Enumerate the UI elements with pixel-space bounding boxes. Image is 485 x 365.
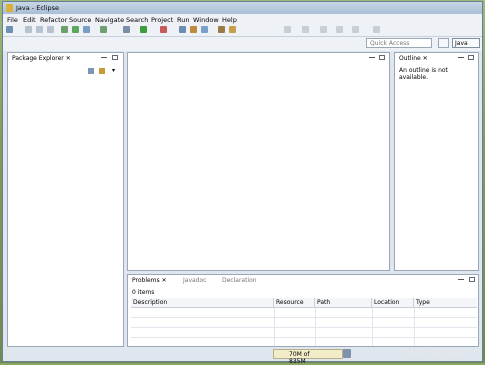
- outline-tab-label: Outline: [399, 55, 421, 62]
- annotation-icon[interactable]: [218, 26, 225, 33]
- collapse-all-icon[interactable]: [88, 68, 94, 74]
- close-icon[interactable]: ✕: [162, 277, 167, 284]
- editor-maximize-icon[interactable]: [379, 55, 385, 60]
- search-icon[interactable]: [201, 26, 208, 33]
- menu-help[interactable]: Help: [222, 16, 237, 24]
- external-tools-icon[interactable]: [83, 26, 90, 33]
- back-icon[interactable]: [320, 26, 327, 33]
- java-perspective-label: Java: [455, 40, 468, 47]
- print-icon[interactable]: [47, 26, 54, 33]
- open-type-icon[interactable]: [179, 26, 186, 33]
- minimize-icon[interactable]: [458, 57, 464, 58]
- outline-header: Outline ✕: [395, 53, 478, 64]
- menu-edit[interactable]: Edit: [23, 16, 36, 24]
- window-title: Java - Eclipse: [16, 4, 60, 12]
- tab-javadoc[interactable]: Javadoc: [180, 275, 209, 286]
- maximize-icon[interactable]: [468, 55, 474, 60]
- column-divider: [274, 308, 275, 346]
- open-perspective-icon[interactable]: [438, 38, 449, 48]
- debug-icon[interactable]: [61, 26, 68, 33]
- problems-table-header: Description Resource Path Location Type: [131, 298, 477, 308]
- tab-declaration[interactable]: Declaration: [219, 275, 260, 286]
- tab-outline[interactable]: Outline ✕: [396, 53, 431, 64]
- tool-icon[interactable]: [100, 26, 107, 33]
- menu-source[interactable]: Source: [69, 16, 91, 24]
- outline-message: An outline is not available.: [399, 67, 448, 81]
- maximize-icon[interactable]: [469, 277, 475, 282]
- column-path[interactable]: Path: [315, 298, 372, 307]
- menu-run[interactable]: Run: [177, 16, 189, 24]
- column-type[interactable]: Type: [414, 298, 477, 307]
- main-toolbar: [3, 24, 482, 37]
- gear-icon[interactable]: [123, 26, 130, 33]
- bottom-tab-bar: Problems ✕ Javadoc Declaration: [128, 275, 478, 286]
- editor-minimize-icon[interactable]: [369, 57, 375, 58]
- items-count: 0 items: [132, 289, 155, 296]
- outline-view: Outline ✕ An outline is not available.: [394, 52, 479, 271]
- column-location[interactable]: Location: [372, 298, 414, 307]
- column-divider: [414, 308, 415, 346]
- table-row: [131, 327, 477, 328]
- java-perspective-button[interactable]: Java: [452, 38, 480, 48]
- tab-package-explorer[interactable]: Package Explorer ✕: [9, 53, 74, 64]
- save-all-icon[interactable]: [36, 26, 43, 33]
- close-icon[interactable]: ✕: [423, 55, 428, 62]
- editor-area[interactable]: [127, 52, 390, 271]
- table-row: [131, 337, 477, 338]
- next-annotation-icon[interactable]: [284, 26, 291, 33]
- pin-icon[interactable]: [373, 26, 380, 33]
- eclipse-app-icon: [6, 4, 13, 12]
- new-icon[interactable]: [6, 26, 13, 33]
- maximize-icon[interactable]: [112, 55, 118, 60]
- menu-refactor[interactable]: Refactor: [40, 16, 67, 24]
- problems-tab-label: Problems: [132, 277, 160, 284]
- menu-navigate[interactable]: Navigate: [95, 16, 124, 24]
- quick-access-input[interactable]: Quick Access: [366, 38, 432, 48]
- link-with-editor-icon[interactable]: [99, 68, 105, 74]
- pen-icon[interactable]: [229, 26, 236, 33]
- garbage-collect-icon[interactable]: [343, 349, 351, 358]
- run-icon[interactable]: [72, 26, 79, 33]
- menu-search[interactable]: Search: [126, 16, 148, 24]
- coverage-icon[interactable]: [160, 26, 167, 33]
- forward-icon[interactable]: [336, 26, 343, 33]
- menu-bar: File Edit Refactor Source Navigate Searc…: [3, 14, 482, 24]
- table-row: [131, 317, 477, 318]
- save-icon[interactable]: [25, 26, 32, 33]
- package-explorer-view: Package Explorer ✕ ▾: [7, 52, 124, 347]
- heap-status[interactable]: 70M of 835M: [273, 349, 343, 365]
- minimize-icon[interactable]: [458, 279, 464, 280]
- eclipse-window: Java - Eclipse File Edit Refactor Source…: [2, 1, 483, 365]
- package-explorer-header: Package Explorer ✕: [8, 53, 123, 64]
- minimize-icon[interactable]: [101, 57, 107, 58]
- prev-annotation-icon[interactable]: [302, 26, 309, 33]
- run-last-icon[interactable]: [140, 26, 147, 33]
- quick-access-row: Quick Access Java: [3, 37, 482, 51]
- package-explorer-tab-label: Package Explorer: [12, 55, 64, 62]
- column-resource[interactable]: Resource: [274, 298, 315, 307]
- column-divider: [372, 308, 373, 346]
- tab-problems[interactable]: Problems ✕: [129, 275, 170, 286]
- close-icon[interactable]: ✕: [66, 55, 71, 62]
- open-task-icon[interactable]: [190, 26, 197, 33]
- column-divider: [315, 308, 316, 346]
- title-bar[interactable]: Java - Eclipse: [3, 2, 482, 14]
- view-menu-icon[interactable]: ▾: [112, 67, 115, 74]
- menu-project[interactable]: Project: [151, 16, 173, 24]
- last-edit-icon[interactable]: [352, 26, 359, 33]
- problems-view: Problems ✕ Javadoc Declaration 0 items D…: [127, 274, 479, 347]
- column-description[interactable]: Description: [131, 298, 274, 307]
- menu-file[interactable]: File: [7, 16, 18, 24]
- menu-window[interactable]: Window: [193, 16, 219, 24]
- watermark: CSDN @北京进步: [404, 348, 470, 357]
